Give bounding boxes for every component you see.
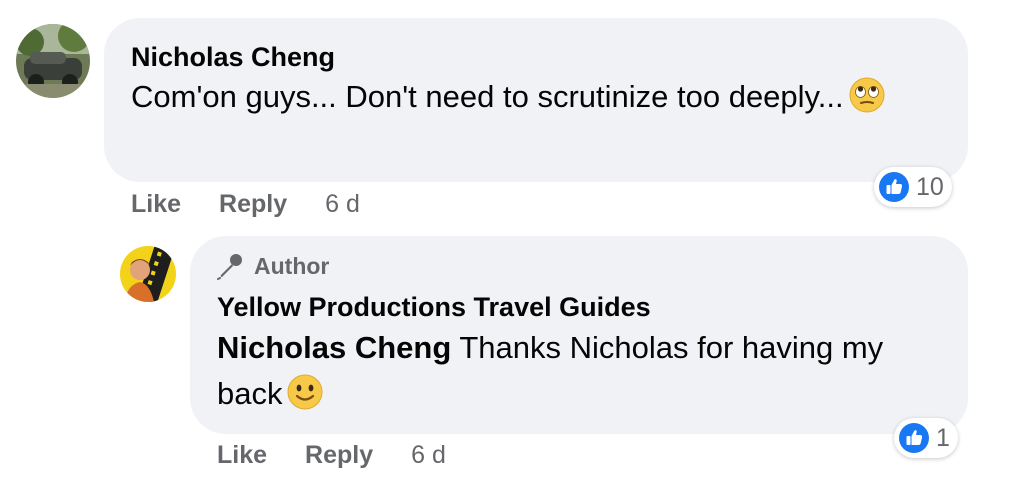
like-reaction-icon — [899, 423, 929, 453]
avatar[interactable] — [16, 24, 90, 98]
like-reaction-icon — [879, 172, 909, 202]
like-button[interactable]: Like — [217, 441, 267, 470]
avatar-photo — [16, 24, 90, 98]
comment-actions: Like Reply 6 d — [131, 190, 360, 219]
comment-timestamp[interactable]: 6 d — [325, 190, 360, 219]
author-badge-label: Author — [254, 252, 330, 279]
reply-button[interactable]: Reply — [305, 441, 373, 470]
author-badge: Author — [216, 252, 329, 280]
reaction-count[interactable]: 10 — [874, 167, 952, 207]
comment-timestamp[interactable]: 6 d — [411, 441, 446, 470]
comment-bubble: Nicholas Cheng Com'on guys... Don't need… — [104, 18, 968, 182]
comment-text: Com'on guys... Don't need to scrutinize … — [131, 74, 891, 120]
comment-text: Nicholas Cheng Thanks Nicholas for havin… — [217, 325, 937, 417]
comment-thread: Nicholas Cheng Com'on guys... Don't need… — [0, 0, 1012, 484]
reaction-count-value: 10 — [916, 172, 944, 201]
like-button[interactable]: Like — [131, 190, 181, 219]
comment-author-name[interactable]: Nicholas Cheng — [131, 42, 335, 73]
reply-button[interactable]: Reply — [219, 190, 287, 219]
reaction-count-value: 1 — [936, 423, 950, 452]
slightly-smiling-face-icon — [286, 373, 324, 411]
microphone-icon — [217, 254, 242, 280]
avatar-photo — [120, 246, 176, 302]
face-with-rolling-eyes-icon — [848, 76, 886, 114]
comment-author-name[interactable]: Yellow Productions Travel Guides — [217, 292, 651, 323]
avatar[interactable] — [120, 246, 176, 302]
reaction-count[interactable]: 1 — [894, 418, 958, 458]
comment-body: Com'on guys... Don't need to scrutinize … — [131, 79, 844, 114]
comment-actions: Like Reply 6 d — [217, 441, 446, 470]
comment-bubble: Author Yellow Productions Travel Guides … — [190, 236, 968, 434]
mention-link[interactable]: Nicholas Cheng — [217, 330, 451, 365]
